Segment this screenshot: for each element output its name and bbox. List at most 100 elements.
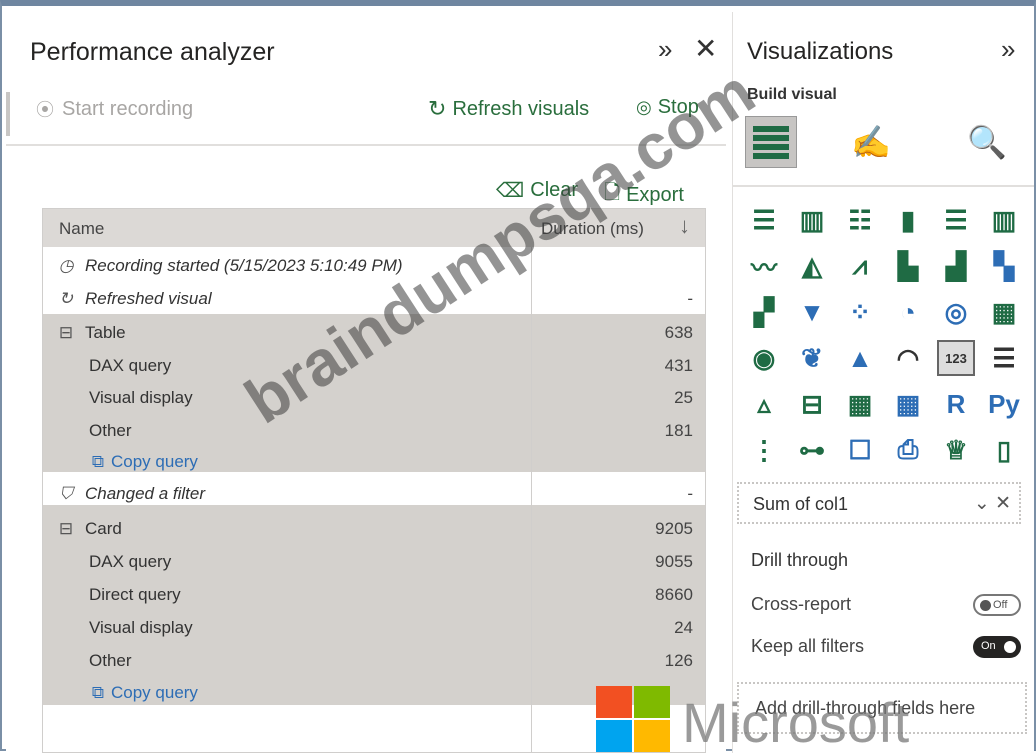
python-visual-icon[interactable]: Py — [985, 386, 1023, 422]
table-header: Name Duration (ms) ↓ — [43, 209, 705, 247]
100-stacked-column-chart-icon[interactable]: ▥ — [985, 202, 1023, 238]
remove-field-icon[interactable]: ✕ — [995, 493, 1011, 514]
treemap-icon[interactable]: ▦ — [985, 294, 1023, 330]
copy-query-link[interactable]: ⧉ Copy query — [43, 445, 705, 478]
keep-all-filters-label: Keep all filters — [751, 636, 865, 656]
card-visual-icon[interactable]: 123 — [937, 340, 975, 376]
map-icon[interactable]: ◉ — [745, 340, 783, 376]
ribbon-chart-icon[interactable]: ▚ — [985, 248, 1023, 284]
collapse-icon[interactable]: ⊟ — [57, 519, 75, 539]
sort-descending-icon[interactable]: ↓ — [679, 213, 690, 239]
keep-all-filters-toggle[interactable]: On — [973, 636, 1021, 658]
chevron-down-icon[interactable]: ⌄ — [974, 493, 990, 514]
matrix-icon[interactable]: ▦ — [889, 386, 927, 422]
row-label: Visual display — [89, 618, 193, 637]
table-row[interactable]: ⊟ Table 638 — [43, 316, 705, 349]
name-column-header[interactable]: Name — [59, 219, 104, 239]
r-visual-icon[interactable]: R — [937, 386, 975, 422]
clustered-bar-chart-icon[interactable]: ☷ — [841, 202, 879, 238]
collapse-icon[interactable]: ⊟ — [57, 323, 75, 343]
decomposition-tree-icon[interactable]: ⊶ — [793, 432, 831, 468]
metrics-icon[interactable]: ♕ — [937, 432, 975, 468]
qa-icon[interactable]: ☐ — [841, 432, 879, 468]
expand-pane-icon[interactable]: » — [1001, 34, 1015, 65]
clear-button[interactable]: ⌫ Clear — [496, 178, 578, 203]
smart-narrative-icon[interactable]: ⎙ — [889, 432, 927, 468]
expand-pane-icon[interactable]: » — [658, 34, 672, 65]
row-value: 181 — [664, 421, 693, 440]
export-button[interactable]: 🗋 Export — [604, 178, 684, 212]
clustered-column-chart-icon[interactable]: ▮ — [889, 202, 927, 238]
row-label: Table — [85, 323, 126, 342]
export-icon: 🗋 — [604, 182, 621, 204]
azure-map-icon[interactable]: ▲ — [841, 340, 879, 376]
area-chart-icon[interactable]: ◭ — [793, 248, 831, 284]
format-visual-tab[interactable]: ✍ — [845, 116, 897, 168]
stacked-column-chart-icon[interactable]: ▥ — [793, 202, 831, 238]
analytics-tab[interactable]: 🔍 — [961, 116, 1013, 168]
table-row: Direct query 8660 — [43, 578, 705, 611]
paginated-report-icon[interactable]: ▯ — [985, 432, 1023, 468]
build-visual-tab[interactable] — [745, 116, 797, 168]
table-visual-icon — [753, 126, 789, 159]
waterfall-chart-icon[interactable]: ▞ — [745, 294, 783, 330]
row-value: - — [687, 484, 693, 503]
table-row: DAX query 9055 — [43, 545, 705, 578]
stop-button[interactable]: ◎ Stop — [636, 96, 699, 119]
gauge-icon[interactable]: ◠ — [889, 340, 927, 376]
stop-icon: ◎ — [636, 97, 652, 117]
start-recording-button[interactable]: ⦿ Start recording — [36, 96, 193, 122]
copy-icon: ⧉ — [91, 452, 105, 471]
key-influencers-icon[interactable]: ⋮ — [745, 432, 783, 468]
pane-edge — [6, 92, 10, 136]
pane-title: Performance analyzer — [30, 38, 275, 66]
row-label: Recording started (5/15/2023 5:10:49 PM) — [85, 256, 403, 275]
row-label: Card — [85, 519, 122, 538]
line-column-chart-icon[interactable]: ▙ — [889, 248, 927, 284]
row-label: Other — [89, 421, 132, 440]
toolbar-divider — [6, 144, 726, 146]
stacked-area-chart-icon[interactable]: ⩘ — [841, 248, 879, 284]
100-stacked-bar-chart-icon[interactable]: ☰ — [937, 202, 975, 238]
table-row: Visual display 25 — [43, 381, 705, 414]
line-chart-icon[interactable]: 〰 — [745, 248, 783, 284]
cross-report-label: Cross-report — [751, 594, 852, 614]
table-icon[interactable]: ▦ — [841, 386, 879, 422]
line-clustered-column-chart-icon[interactable]: ▟ — [937, 248, 975, 284]
stacked-bar-chart-icon[interactable]: ☰ — [745, 202, 783, 238]
slicer-icon[interactable]: ⊟ — [793, 386, 831, 422]
record-icon: ⦿ — [36, 100, 54, 120]
field-well-item[interactable]: Sum of col1 ⌄ ✕ — [737, 482, 1021, 524]
table-row: DAX query 431 — [43, 349, 705, 382]
pie-chart-icon[interactable]: ◔ — [889, 294, 927, 330]
copy-query-label: Copy query — [111, 452, 198, 471]
row-label: Other — [89, 651, 132, 670]
table-row[interactable]: ⊟ Card 9205 — [43, 512, 705, 545]
timer-icon: ◷ — [58, 256, 74, 275]
row-label: Direct query — [89, 585, 181, 604]
funnel-chart-icon[interactable]: ▼ — [793, 294, 831, 330]
row-value: 9205 — [655, 519, 693, 538]
export-label: Export — [626, 183, 684, 206]
microsoft-logo-text: Microsoft — [682, 691, 910, 754]
filter-icon: ⛉ — [59, 484, 73, 503]
filled-map-icon[interactable]: ❦ — [793, 340, 831, 376]
copy-icon: ⧉ — [91, 683, 105, 702]
close-pane-icon[interactable]: ✕ — [694, 32, 717, 65]
clear-label: Clear — [530, 179, 579, 201]
field-name: Sum of col1 — [753, 494, 849, 514]
duration-column-header[interactable]: Duration (ms) — [541, 219, 644, 239]
kpi-icon[interactable]: ▵ — [745, 386, 783, 422]
start-recording-label: Start recording — [62, 97, 194, 120]
cross-report-toggle[interactable]: Off — [973, 594, 1021, 616]
row-value: 638 — [664, 323, 693, 342]
multi-row-card-icon[interactable]: ☰ — [985, 340, 1023, 376]
donut-chart-icon[interactable]: ◎ — [937, 294, 975, 330]
row-value: 431 — [664, 356, 693, 375]
table-row: Other 126 — [43, 644, 705, 677]
row-label: DAX query — [89, 552, 172, 571]
row-value: 9055 — [655, 552, 693, 571]
pane-title: Visualizations — [747, 38, 894, 65]
scatter-chart-icon[interactable]: ⁘ — [841, 294, 879, 330]
refresh-visuals-button[interactable]: ↻ Refresh visuals — [428, 96, 589, 122]
